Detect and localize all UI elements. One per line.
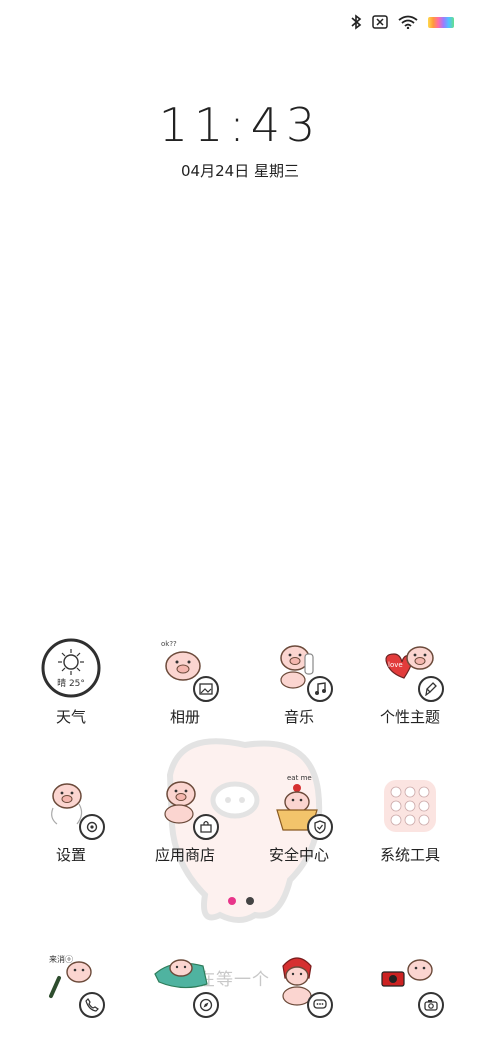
page-indicator[interactable] xyxy=(228,897,254,905)
browser-pig-icon xyxy=(153,952,219,1018)
app-label: 安全中心 xyxy=(268,846,329,864)
camera-icon xyxy=(418,992,444,1018)
app-gallery[interactable]: ok?? 相册 xyxy=(130,636,240,727)
app-label: 应用商店 xyxy=(154,846,215,864)
lockscreen-date: 04月24日 星期三 xyxy=(181,162,299,180)
app-label: 个性主题 xyxy=(379,708,440,726)
gallery-pig-icon: ok?? xyxy=(153,636,219,702)
app-store[interactable]: 应用商店 xyxy=(130,774,240,865)
app-settings[interactable]: 设置 xyxy=(16,774,126,865)
battery-icon xyxy=(428,16,454,28)
page-dot[interactable] xyxy=(246,897,254,905)
theme-pig-icon: love xyxy=(378,636,444,702)
svg-text:来消ⓞ: 来消ⓞ xyxy=(49,954,73,964)
app-label: 天气 xyxy=(55,708,86,726)
music-note-icon xyxy=(307,676,333,702)
dock-browser[interactable] xyxy=(130,952,240,1018)
security-pig-icon: eat me xyxy=(267,774,333,840)
svg-text:eat me: eat me xyxy=(287,774,312,782)
app-label: 系统工具 xyxy=(379,846,440,864)
weather-sun-icon: 晴 25° xyxy=(39,636,103,700)
brush-icon xyxy=(418,676,444,702)
svg-text:ok??: ok?? xyxy=(161,640,177,648)
phone-icon xyxy=(79,992,105,1018)
shield-icon xyxy=(307,814,333,840)
dock-messages[interactable] xyxy=(244,952,354,1018)
gear-icon xyxy=(79,814,105,840)
camera-pig-icon xyxy=(378,952,444,1018)
app-label: 相册 xyxy=(169,708,200,726)
phone-pig-icon: 来消ⓞ xyxy=(39,952,105,1018)
app-label: 音乐 xyxy=(283,708,314,726)
no-sim-icon xyxy=(372,15,388,29)
wifi-icon xyxy=(398,15,418,29)
settings-pig-icon xyxy=(39,774,105,840)
app-label: 设置 xyxy=(55,846,86,864)
app-themes[interactable]: love 个性主题 xyxy=(355,636,465,727)
bluetooth-icon xyxy=(350,14,362,30)
app-store-pig-icon xyxy=(153,774,219,840)
app-security[interactable]: eat me 安全中心 xyxy=(244,774,354,865)
system-tools-folder-icon xyxy=(378,774,442,838)
dock-camera[interactable] xyxy=(355,952,465,1018)
svg-text:love: love xyxy=(388,661,403,669)
page-dot-active[interactable] xyxy=(228,897,236,905)
app-weather[interactable]: 晴 25° 天气 xyxy=(16,636,126,727)
store-bag-icon xyxy=(193,814,219,840)
gallery-icon xyxy=(193,676,219,702)
lockscreen-clock: 11:43 xyxy=(158,98,322,152)
chat-bubble-icon xyxy=(307,992,333,1018)
status-bar xyxy=(350,10,454,34)
messages-pig-icon xyxy=(267,952,333,1018)
dock-phone[interactable]: 来消ⓞ xyxy=(16,952,126,1018)
weather-widget-text: 晴 25° xyxy=(57,677,85,689)
app-music[interactable]: 音乐 xyxy=(244,636,354,727)
music-pig-icon xyxy=(267,636,333,702)
compass-icon xyxy=(193,992,219,1018)
folder-system-tools[interactable]: 系统工具 xyxy=(355,774,465,865)
